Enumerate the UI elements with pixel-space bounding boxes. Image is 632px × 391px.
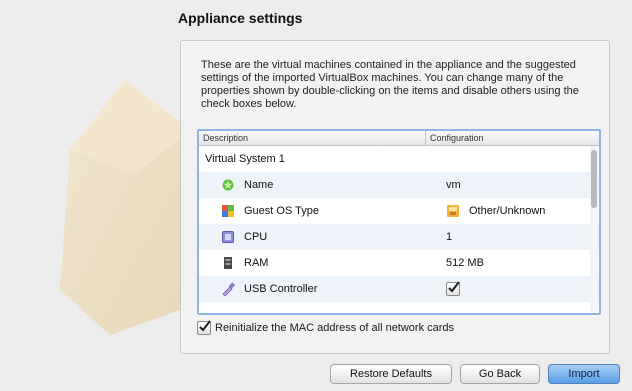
cpu-icon <box>222 231 234 243</box>
guest-os-icon <box>222 205 234 217</box>
column-header-configuration[interactable]: Configuration <box>426 131 599 145</box>
reinit-mac-option[interactable]: Reinitialize the MAC address of all netw… <box>197 320 455 335</box>
intro-text: These are the virtual machines contained… <box>201 59 579 110</box>
name-icon <box>222 179 234 191</box>
os-unknown-icon <box>447 205 459 217</box>
row-label: CPU <box>244 231 268 243</box>
table-scrollbar[interactable] <box>590 146 598 312</box>
import-button[interactable]: Import <box>548 364 620 384</box>
row-value: vm <box>446 179 461 191</box>
row-label: RAM <box>244 257 269 269</box>
row-label: Name <box>244 179 274 191</box>
table-row-guest-os[interactable]: Guest OS Type Other/Unknown <box>199 198 599 224</box>
table-header: Description Configuration <box>199 131 599 146</box>
row-value: 512 MB <box>446 257 484 269</box>
usb-icon <box>222 282 235 296</box>
table-row-ram[interactable]: RAM 512 MB <box>199 250 599 276</box>
ram-icon <box>224 257 232 269</box>
appliance-settings-panel: These are the virtual machines contained… <box>180 40 610 354</box>
page-title: Appliance settings <box>178 10 303 26</box>
usb-controller-checkbox[interactable] <box>446 281 460 296</box>
table-row-cpu[interactable]: CPU 1 <box>199 224 599 250</box>
row-value: 1 <box>446 231 453 243</box>
go-back-button[interactable]: Go Back <box>460 364 540 384</box>
restore-defaults-button[interactable]: Restore Defaults <box>330 364 452 384</box>
column-header-description[interactable]: Description <box>199 131 426 145</box>
row-label: Guest OS Type <box>244 205 320 217</box>
checkmark-icon <box>199 320 211 332</box>
row-value: Other/Unknown <box>469 205 546 217</box>
virtual-system-label: Virtual System 1 <box>205 153 285 165</box>
checkmark-icon <box>448 281 460 293</box>
row-label: USB Controller <box>244 283 318 295</box>
table-row-virtual-system[interactable]: Virtual System 1 <box>199 146 599 172</box>
appliance-settings-table[interactable]: Description Configuration Virtual System… <box>197 129 601 315</box>
reinit-mac-label: Reinitialize the MAC address of all netw… <box>215 322 455 334</box>
reinit-mac-checkbox[interactable] <box>197 320 211 335</box>
scrollbar-thumb[interactable] <box>591 150 597 208</box>
table-row-usb[interactable]: USB Controller <box>199 276 599 302</box>
table-row-name[interactable]: Name vm <box>199 172 599 198</box>
